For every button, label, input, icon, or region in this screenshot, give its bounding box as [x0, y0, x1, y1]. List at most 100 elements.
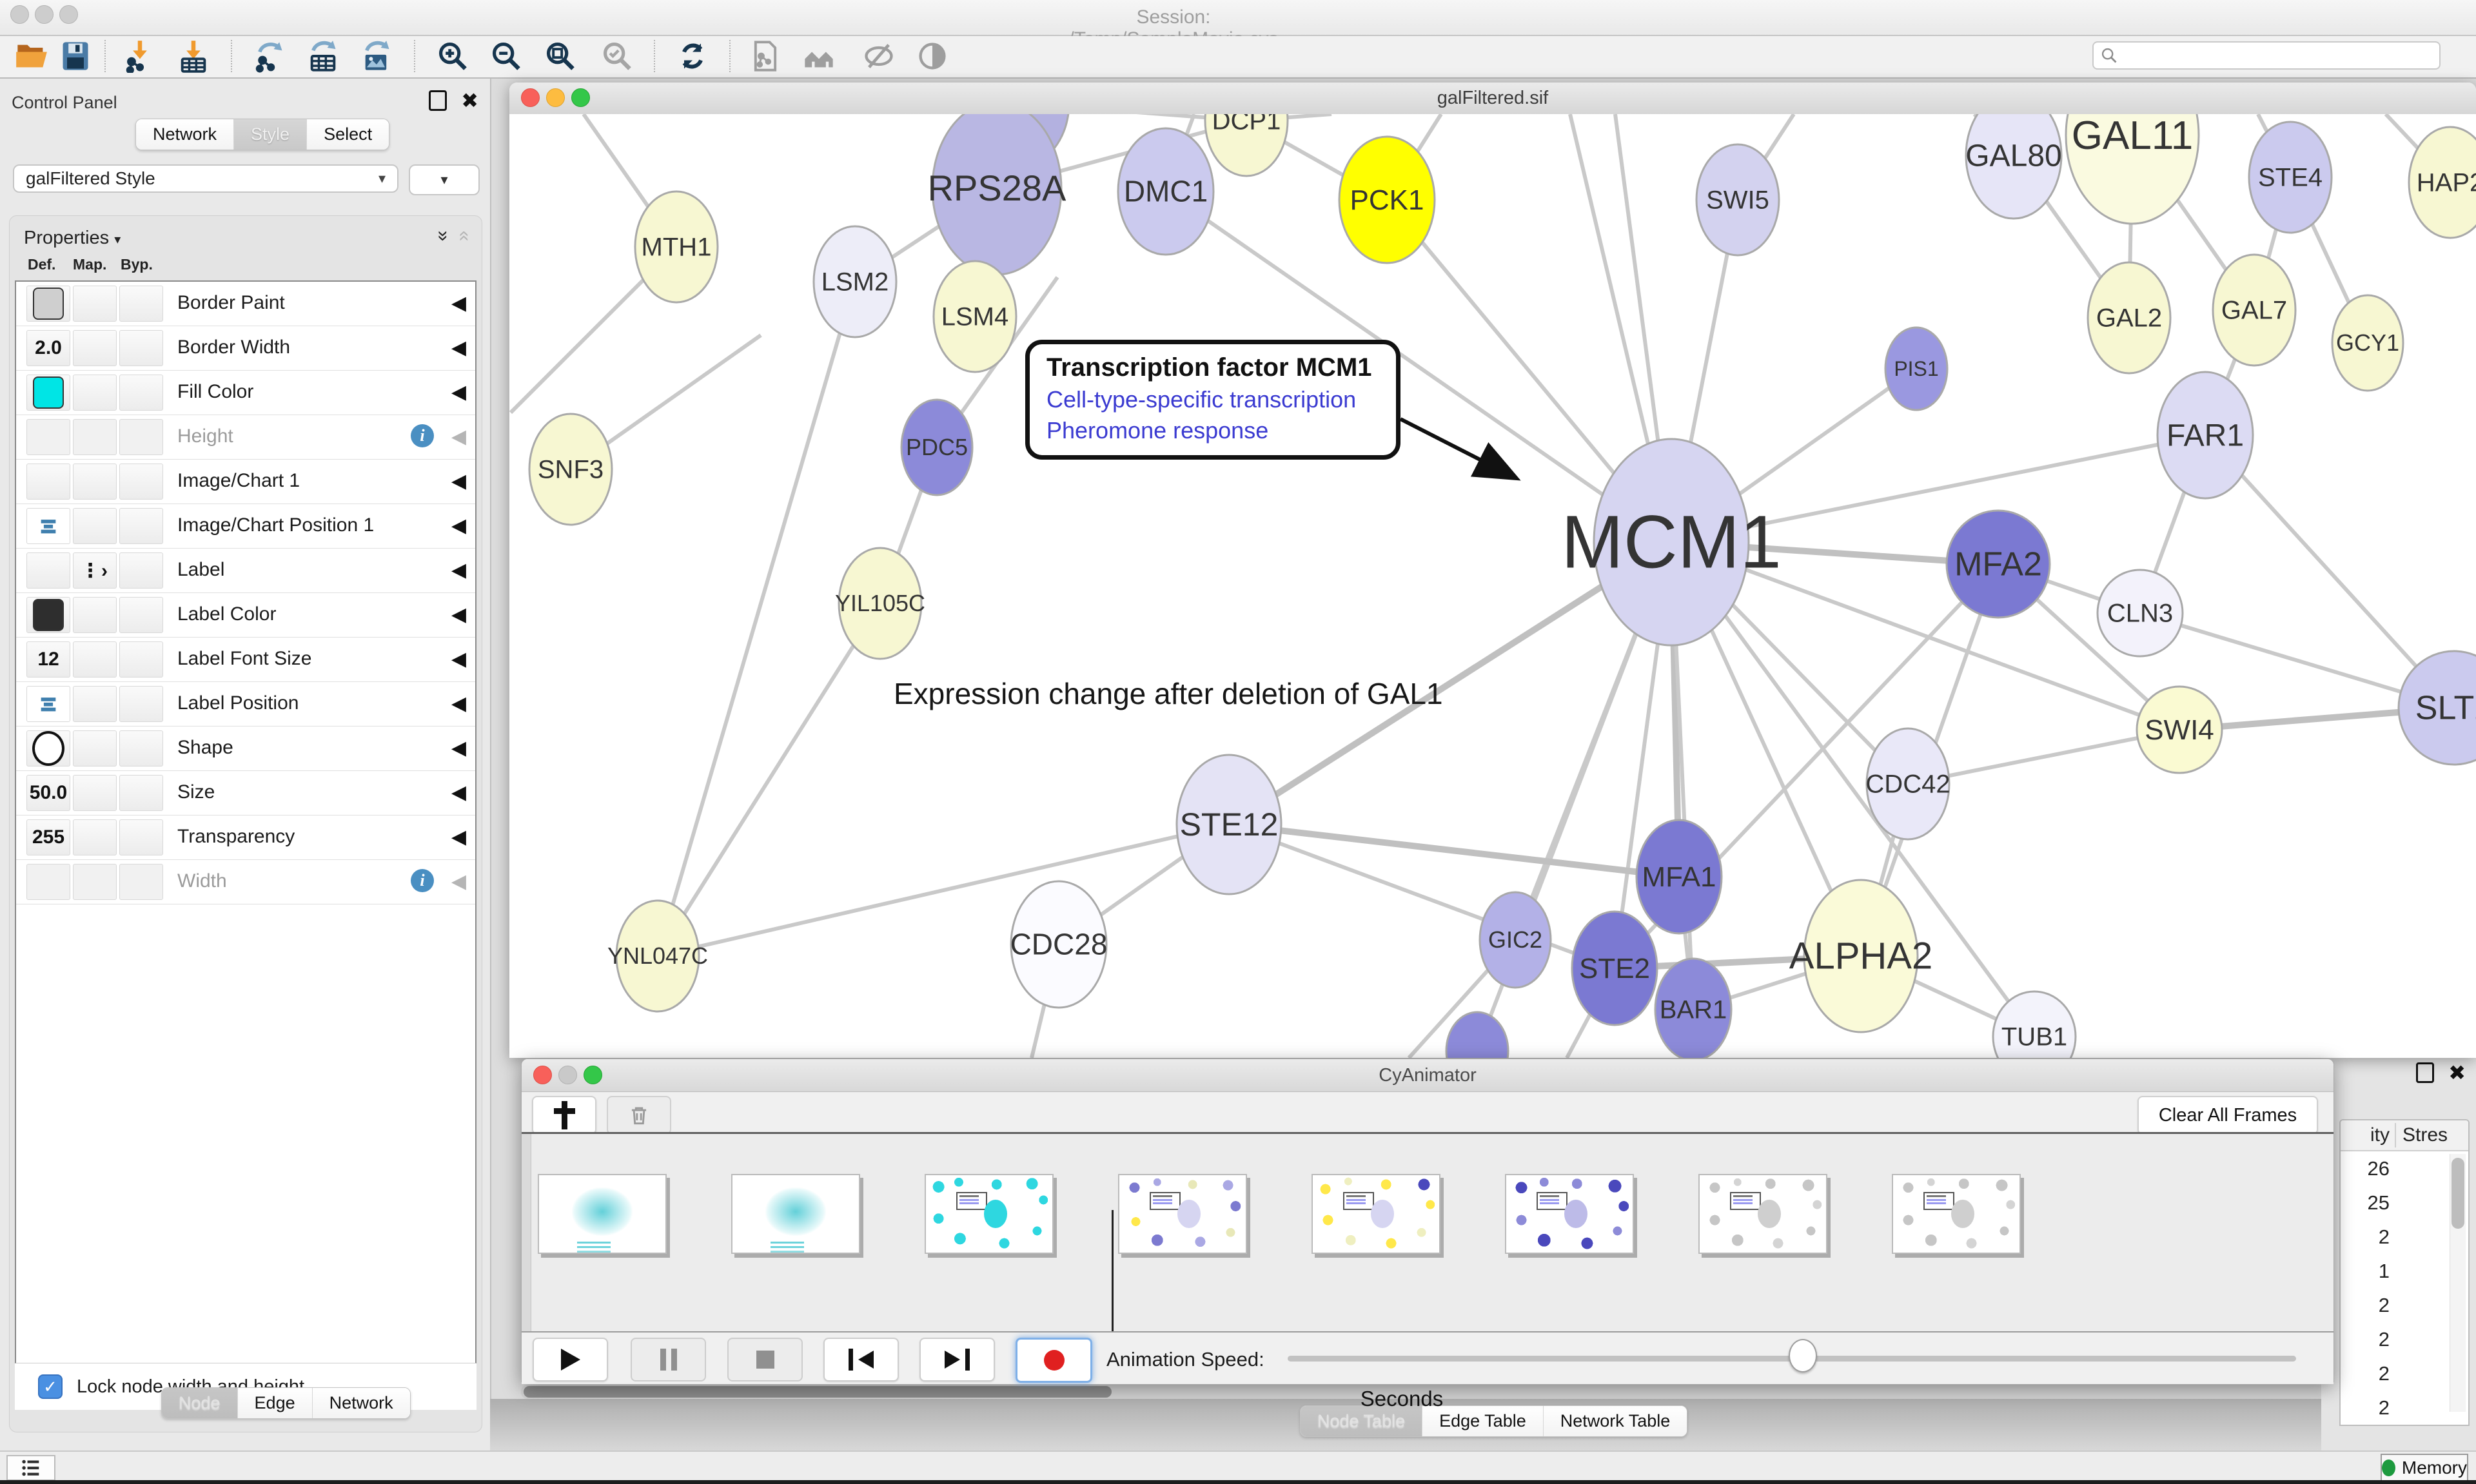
- network-node-ynl047c[interactable]: YNL047C: [607, 901, 708, 1011]
- property-row-image-chart-1[interactable]: Image/Chart 1◀: [16, 460, 475, 504]
- annotation-link-1[interactable]: Cell-type-specific transcription: [1046, 386, 1396, 413]
- timeline[interactable]: 0123456789 Seconds: [522, 1134, 2334, 1331]
- table-column-stress[interactable]: Stres: [2402, 1124, 2448, 1146]
- bypass-cell[interactable]: [119, 286, 163, 322]
- style-selector-dropdown[interactable]: galFiltered Style ▾: [13, 164, 398, 193]
- slider-thumb[interactable]: [1789, 1339, 1817, 1372]
- maximize-window-icon[interactable]: [59, 5, 78, 24]
- new-network-button[interactable]: [250, 37, 290, 75]
- property-row-border-width[interactable]: 2.0Border Width◀: [16, 326, 475, 371]
- default-value-cell[interactable]: [26, 419, 70, 455]
- expand-all-icon[interactable]: »: [432, 231, 454, 242]
- expand-row-icon[interactable]: ◀: [451, 514, 466, 537]
- mapping-cell[interactable]: [73, 330, 117, 366]
- network-node-gal11[interactable]: GAL11: [2066, 114, 2199, 224]
- memory-button[interactable]: Memory: [2381, 1454, 2468, 1482]
- mapping-cell[interactable]: [73, 375, 117, 411]
- tab-select[interactable]: Select: [307, 119, 389, 150]
- network-node-hap2[interactable]: HAP2: [2409, 127, 2476, 238]
- mapping-cell[interactable]: [73, 730, 117, 766]
- network-node-slt2[interactable]: SLT2: [2399, 651, 2476, 765]
- tab-network[interactable]: Network: [136, 119, 234, 150]
- float-panel-icon[interactable]: [2416, 1062, 2434, 1083]
- chevron-down-icon[interactable]: ▾: [114, 233, 121, 247]
- network-canvas[interactable]: DCP1RPS28ADMC1PCK1SWI5GAL80GAL11STE4HAP2…: [509, 114, 2476, 1058]
- frame-thumbnail-6[interactable]: [1698, 1174, 1827, 1254]
- bypass-cell[interactable]: [119, 508, 163, 544]
- table-cell-value[interactable]: 2: [2341, 1391, 2390, 1425]
- table-column-ity[interactable]: ity: [2341, 1124, 2390, 1146]
- property-row-height[interactable]: Heighti◀: [16, 415, 475, 460]
- expand-row-icon[interactable]: ◀: [451, 826, 466, 848]
- network-node-bar1[interactable]: BAR1: [1655, 959, 1731, 1058]
- network-node-gic2[interactable]: GIC2: [1480, 892, 1551, 988]
- style-options-dropdown[interactable]: ▾: [409, 164, 480, 195]
- expand-row-icon[interactable]: ◀: [451, 692, 466, 715]
- expand-row-icon[interactable]: ◀: [451, 737, 466, 759]
- import-table-button[interactable]: [173, 37, 213, 75]
- table-cell-value[interactable]: 2: [2341, 1356, 2390, 1391]
- network-node-gcy1[interactable]: GCY1: [2332, 295, 2403, 391]
- new-table-button[interactable]: [303, 37, 343, 75]
- annotation-link-2[interactable]: Pheromone response: [1046, 417, 1396, 444]
- network-node-tub1[interactable]: TUB1: [1993, 991, 2076, 1058]
- frame-thumbnail-0[interactable]: [538, 1174, 667, 1254]
- property-row-label[interactable]: ⋮›Label◀: [16, 549, 475, 593]
- export-image-button[interactable]: [357, 37, 397, 75]
- mapping-cell[interactable]: [73, 686, 117, 722]
- mapping-cell[interactable]: [73, 819, 117, 855]
- expand-row-icon[interactable]: ◀: [451, 648, 466, 670]
- minimize-window-icon[interactable]: [35, 5, 54, 24]
- import-network-button[interactable]: [120, 37, 160, 75]
- default-value-cell[interactable]: 2.0: [26, 330, 70, 366]
- expand-row-icon[interactable]: ◀: [451, 337, 466, 359]
- property-row-label-position[interactable]: Label Position◀: [16, 682, 475, 727]
- tab-style[interactable]: Style: [234, 119, 307, 150]
- bypass-cell[interactable]: [119, 419, 163, 455]
- frame-thumbnail-1[interactable]: [731, 1174, 860, 1254]
- network-node-far1[interactable]: FAR1: [2157, 372, 2253, 498]
- bypass-cell[interactable]: [119, 775, 163, 811]
- float-panel-icon[interactable]: [429, 90, 447, 111]
- mapping-cell[interactable]: [73, 864, 117, 900]
- network-node-rps28a[interactable]: RPS28A: [928, 114, 1066, 275]
- default-value-cell[interactable]: 50.0: [26, 775, 70, 811]
- table-vertical-scrollbar[interactable]: [2450, 1154, 2466, 1412]
- timeline-playhead[interactable]: [1112, 1210, 1114, 1342]
- table-cell-value[interactable]: 2: [2341, 1288, 2390, 1322]
- network-node-dcp1[interactable]: DCP1: [1205, 114, 1288, 176]
- info-icon[interactable]: i: [411, 424, 434, 447]
- close-panel-icon[interactable]: ✖: [461, 92, 478, 109]
- property-row-image-chart-position-1[interactable]: Image/Chart Position 1◀: [16, 504, 475, 549]
- mapping-cell[interactable]: [73, 597, 117, 633]
- save-session-button[interactable]: [55, 37, 95, 75]
- property-row-label-font-size[interactable]: 12Label Font Size◀: [16, 638, 475, 682]
- default-value-cell[interactable]: [26, 375, 70, 411]
- expand-row-icon[interactable]: ◀: [451, 381, 466, 404]
- mapping-cell[interactable]: [73, 419, 117, 455]
- expand-row-icon[interactable]: ◀: [451, 470, 466, 493]
- pause-button[interactable]: [631, 1338, 706, 1381]
- property-row-shape[interactable]: Shape◀: [16, 727, 475, 771]
- network-node-mfa2[interactable]: MFA2: [1947, 511, 2050, 618]
- network-node-pck1[interactable]: PCK1: [1339, 137, 1435, 263]
- add-frame-button[interactable]: [532, 1096, 596, 1135]
- annotation-box[interactable]: Transcription factor MCM1 Cell-type-spec…: [1025, 340, 1400, 460]
- network-node-pdc5[interactable]: PDC5: [901, 400, 972, 495]
- default-value-cell[interactable]: [26, 864, 70, 900]
- network-node-swi5[interactable]: SWI5: [1696, 144, 1779, 255]
- network-node-mth1[interactable]: MTH1: [635, 191, 718, 302]
- lock-size-checkbox[interactable]: ✓: [38, 1374, 63, 1399]
- scrollbar-thumb[interactable]: [2451, 1158, 2464, 1229]
- default-value-cell[interactable]: 12: [26, 641, 70, 678]
- expand-row-icon[interactable]: ◀: [451, 603, 466, 626]
- default-value-cell[interactable]: [26, 286, 70, 322]
- bypass-cell[interactable]: [119, 552, 163, 589]
- play-button[interactable]: [533, 1338, 608, 1381]
- mapping-cell[interactable]: [73, 775, 117, 811]
- collapse-all-icon[interactable]: «: [454, 231, 476, 242]
- property-row-fill-color[interactable]: Fill Color◀: [16, 371, 475, 415]
- property-row-label-color[interactable]: Label Color◀: [16, 593, 475, 638]
- network-node-mcm1[interactable]: MCM1: [1561, 439, 1782, 645]
- network-snapshot-button[interactable]: [745, 37, 785, 75]
